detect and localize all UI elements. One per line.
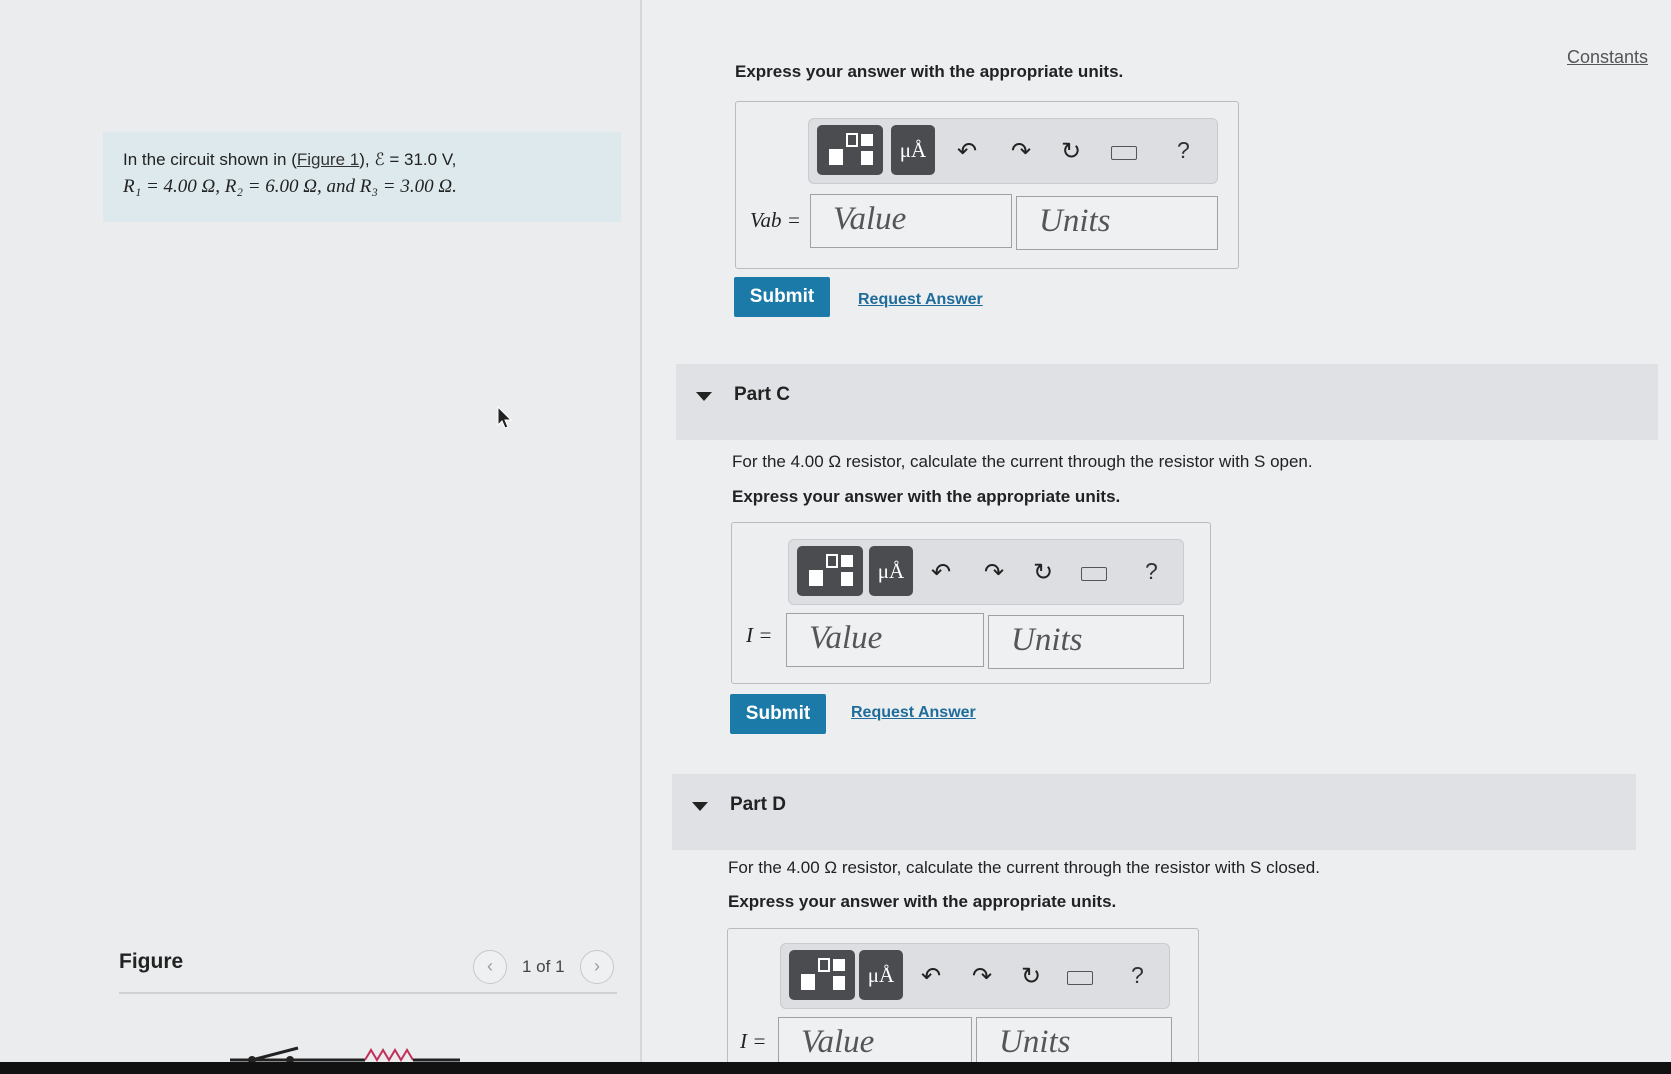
reset-icon[interactable]: ↻ [1021,962,1041,991]
units-button[interactable]: μÅ [891,125,935,175]
part-c-header[interactable]: Part C [676,364,1658,440]
undo-icon[interactable]: ↶ [931,558,951,587]
keyboard-icon[interactable] [1067,971,1093,985]
part-d-header[interactable]: Part D [672,774,1636,850]
part-c-instruction: Express your answer with the appropriate… [732,487,1121,506]
problem-intro: In the circuit shown in ( [123,150,297,169]
part-c-title: Part C [734,384,790,405]
part-c-units-input[interactable]: Units [988,615,1184,669]
figure-count: 1 of 1 [522,957,565,976]
templates-icon [829,133,873,165]
chevron-left-icon: ‹ [487,956,493,976]
keyboard-icon[interactable] [1111,146,1137,160]
part-b-variable-label: Vab = [750,208,801,232]
figure-prev-button[interactable]: ‹ [473,950,507,984]
units-button[interactable]: μÅ [859,950,903,1000]
part-b-submit-button[interactable]: Submit [734,277,830,317]
answer-pane: Constants Express your answer with the a… [642,0,1671,1071]
redo-icon[interactable]: ↷ [972,962,992,991]
part-b-instruction: Express your answer with the appropriate… [735,62,1124,81]
help-icon[interactable]: ? [1177,137,1190,164]
templates-icon [809,554,853,586]
part-b-toolbar: μÅ ↶ ↷ ↻ ? [808,118,1218,184]
collapse-triangle-icon [696,392,712,401]
collapse-triangle-icon [692,802,708,811]
reset-icon[interactable]: ↻ [1033,558,1053,587]
keyboard-icon[interactable] [1081,567,1107,581]
part-d-answer-box: μÅ ↶ ↷ ↻ ? I = Value Units [727,928,1199,1071]
part-d-title: Part D [730,794,786,815]
templates-icon [801,958,845,990]
part-b-units-input[interactable]: Units [1016,196,1218,250]
part-c-request-answer-link[interactable]: Request Answer [851,704,976,722]
help-icon[interactable]: ? [1145,558,1158,585]
part-c-submit-button[interactable]: Submit [730,694,826,734]
help-icon[interactable]: ? [1131,962,1144,989]
templates-button[interactable] [789,950,855,1000]
part-d-variable-label: I = [740,1029,767,1053]
figure-divider [119,992,617,994]
undo-icon[interactable]: ↶ [921,962,941,991]
part-d-toolbar: μÅ ↶ ↷ ↻ ? [780,943,1170,1009]
part-b-answer-box: μÅ ↶ ↷ ↻ ? Vab = Value Units [735,101,1239,269]
emf-text: ), ℰ = 31.0 V, [359,150,457,169]
reset-icon[interactable]: ↻ [1061,137,1081,166]
chevron-right-icon: › [594,956,600,976]
undo-icon[interactable]: ↶ [957,137,977,166]
templates-button[interactable] [797,546,863,596]
redo-icon[interactable]: ↷ [984,558,1004,587]
circuit-diagram [230,1046,460,1062]
part-c-value-input[interactable]: Value [786,613,984,667]
part-d-instruction: Express your answer with the appropriate… [728,892,1117,911]
templates-button[interactable] [817,125,883,175]
resistor-values: R₁ = 4.00 Ω, R₂ = 6.00 Ω, and R₃ = 3.00 … [123,176,457,197]
constants-link[interactable]: Constants [1567,47,1648,68]
part-b-request-answer-link[interactable]: Request Answer [858,291,983,309]
part-c-answer-box: μÅ ↶ ↷ ↻ ? I = Value Units [731,522,1211,684]
part-c-variable-label: I = [746,623,773,647]
part-d-question: For the 4.00 Ω resistor, calculate the c… [728,858,1320,877]
figure-link[interactable]: Figure 1 [297,150,359,169]
problem-pane: In the circuit shown in (Figure 1), ℰ = … [0,0,640,1062]
units-button[interactable]: μÅ [869,546,913,596]
part-c-toolbar: μÅ ↶ ↷ ↻ ? [788,539,1184,605]
part-b-value-input[interactable]: Value [810,194,1012,248]
figure-label: Figure [119,950,184,973]
figure-next-button[interactable]: › [580,950,614,984]
redo-icon[interactable]: ↷ [1011,137,1031,166]
part-c-question: For the 4.00 Ω resistor, calculate the c… [732,452,1313,471]
screen-bezel [0,1062,1671,1074]
problem-statement: In the circuit shown in (Figure 1), ℰ = … [103,132,621,222]
